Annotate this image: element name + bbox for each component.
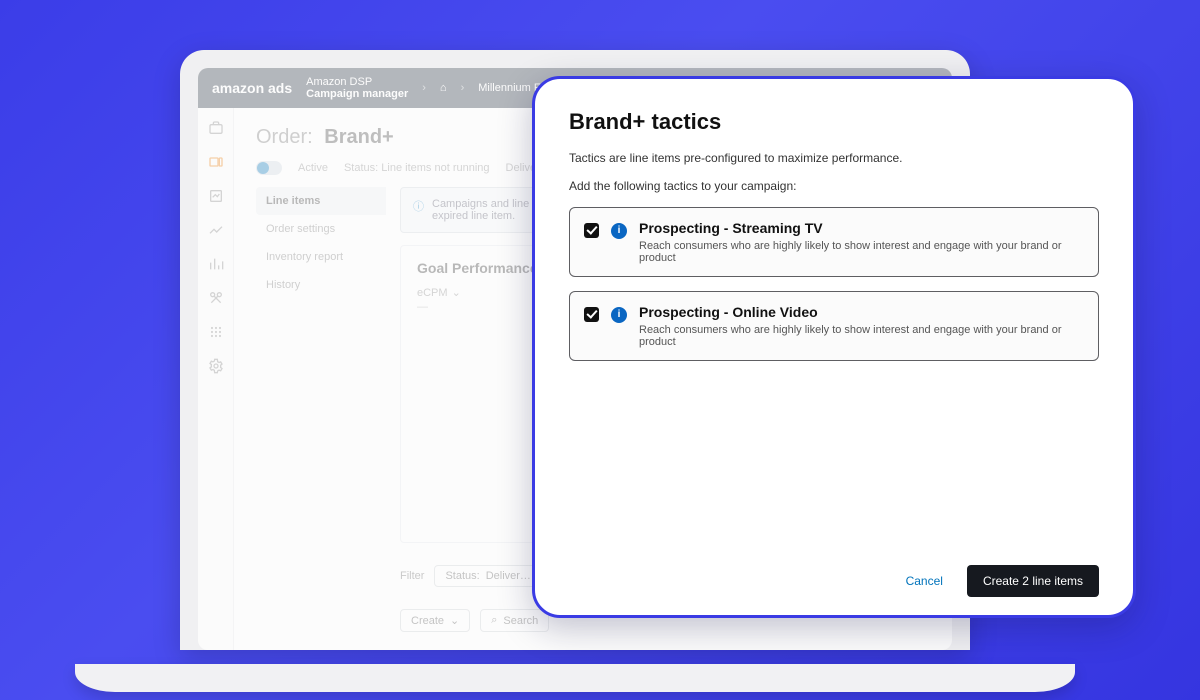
active-toggle[interactable] — [256, 161, 282, 175]
cancel-button[interactable]: Cancel — [898, 568, 951, 594]
filter-label: Filter — [400, 570, 424, 582]
modal-footer: Cancel Create 2 line items — [569, 557, 1099, 597]
crumb-product: Amazon DSP Campaign manager — [306, 76, 408, 100]
checkbox-checked-icon[interactable] — [584, 223, 599, 238]
info-icon: i — [611, 223, 627, 239]
filter-status-chip[interactable]: Status: Deliver… — [434, 565, 541, 587]
info-icon: ⓘ — [413, 198, 424, 214]
tactic-title: Prospecting - Streaming TV — [639, 220, 1084, 236]
tactic-option[interactable]: i Prospecting - Streaming TV Reach consu… — [569, 207, 1099, 277]
modal-intro: Tactics are line items pre-configured to… — [569, 151, 1099, 165]
active-label: Active — [298, 162, 328, 174]
grid-icon[interactable] — [208, 324, 224, 340]
status-label: Status: Line items not running — [344, 162, 490, 174]
tab-line-items[interactable]: Line items — [256, 187, 386, 215]
briefcase-icon[interactable] — [208, 120, 224, 136]
trend-icon[interactable] — [208, 222, 224, 238]
chart-icon[interactable] — [208, 188, 224, 204]
modal-title: Brand+ tactics — [569, 109, 1099, 135]
brand-logo: amazon ads — [212, 80, 292, 96]
chevron-right-icon: › — [461, 82, 465, 94]
checkbox-checked-icon[interactable] — [584, 307, 599, 322]
info-icon: i — [611, 307, 627, 323]
inner-tabs: Line items Order settings Inventory repo… — [256, 187, 386, 632]
tactic-description: Reach consumers who are highly likely to… — [639, 324, 1084, 348]
crumb-home-icon: ⌂ — [440, 82, 447, 94]
create-button[interactable]: Create ⌄ — [400, 609, 470, 632]
chevron-right-icon: › — [422, 82, 426, 94]
tactic-description: Reach consumers who are highly likely to… — [639, 240, 1084, 264]
side-nav — [198, 108, 234, 650]
device-base — [75, 664, 1075, 692]
tools-icon[interactable] — [208, 290, 224, 306]
gear-icon[interactable] — [208, 358, 224, 374]
chevron-down-icon: ⌄ — [452, 286, 461, 299]
tab-inventory-report[interactable]: Inventory report — [256, 243, 386, 271]
modal-instruction: Add the following tactics to your campai… — [569, 179, 1099, 193]
tactics-modal: Brand+ tactics Tactics are line items pr… — [532, 76, 1136, 618]
tab-history[interactable]: History — [256, 271, 386, 299]
tactic-title: Prospecting - Online Video — [639, 304, 1084, 320]
tab-order-settings[interactable]: Order settings — [256, 215, 386, 243]
tactic-option[interactable]: i Prospecting - Online Video Reach consu… — [569, 291, 1099, 361]
chevron-down-icon: ⌄ — [450, 614, 459, 627]
create-line-items-button[interactable]: Create 2 line items — [967, 565, 1099, 597]
search-input[interactable]: ⌕ Search — [480, 609, 549, 632]
bars-icon[interactable] — [208, 256, 224, 272]
campaign-icon[interactable] — [208, 154, 224, 170]
search-icon: ⌕ — [491, 614, 497, 627]
